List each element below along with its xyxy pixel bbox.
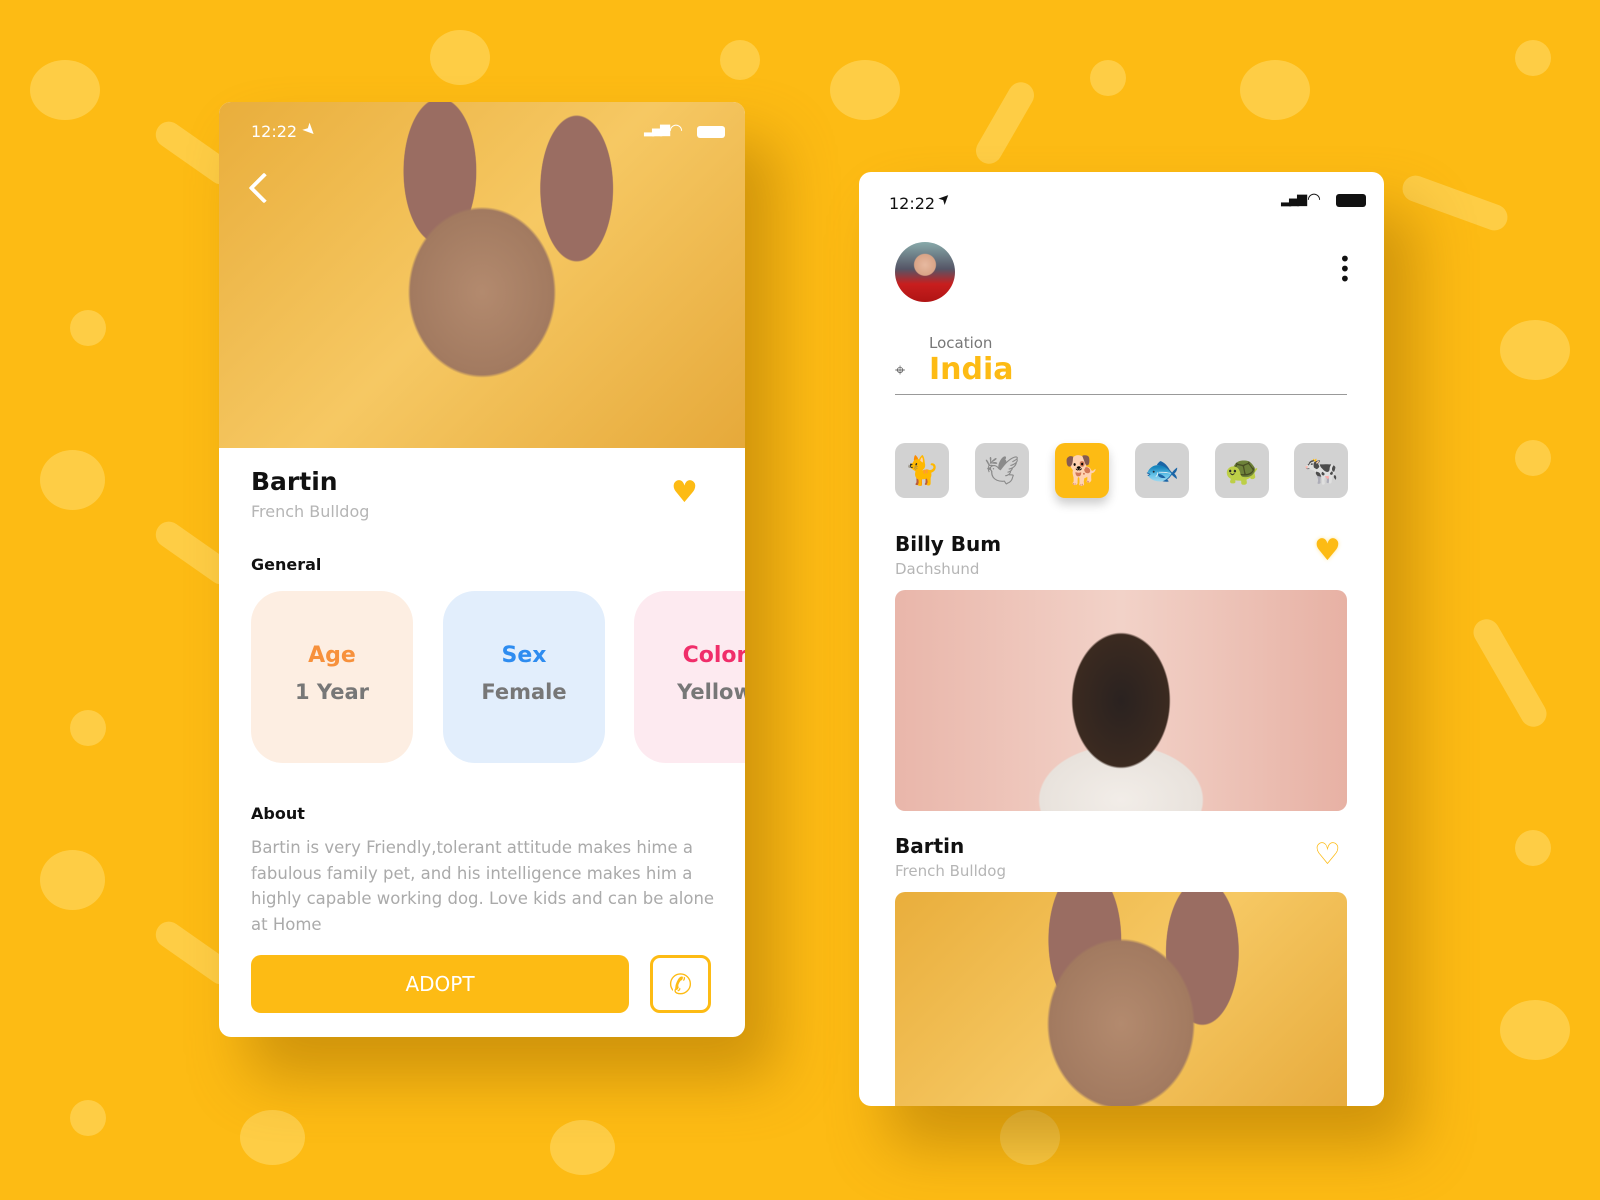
status-time: 12:22 — [251, 122, 298, 141]
category-cow[interactable]: 🐄 — [1294, 443, 1348, 498]
about-heading: About — [251, 804, 305, 823]
location-value[interactable]: India — [929, 352, 1014, 387]
category-bird[interactable]: 🕊 — [975, 443, 1029, 498]
color-value: Yellow — [677, 680, 745, 704]
pet-name: Bartin — [251, 467, 338, 496]
pet-photo[interactable] — [895, 892, 1347, 1106]
about-text: Bartin is very Friendly,tolerant attitud… — [251, 838, 715, 934]
signal-icon: ▂▄▆ — [644, 122, 670, 137]
location-arrow-icon: ➤ — [935, 189, 955, 209]
color-label: Color — [682, 643, 745, 668]
sex-card: Sex Female — [443, 591, 605, 763]
battery-icon — [1336, 194, 1366, 207]
pet-breed: French Bulldog — [251, 502, 370, 521]
age-card: Age 1 Year — [251, 591, 413, 763]
location-underline — [895, 394, 1347, 395]
battery-icon — [697, 126, 725, 138]
color-card: Color Yellow — [634, 591, 745, 763]
favorite-heart-icon[interactable]: ♥ — [1314, 536, 1341, 566]
general-heading: General — [251, 555, 322, 574]
pet-breed: French Bulldog — [895, 862, 1006, 880]
pet-name: Billy Bum — [895, 532, 1002, 556]
category-dog[interactable]: 🐕 — [1055, 443, 1109, 498]
wifi-icon: ◠ — [1307, 189, 1321, 208]
cow-icon: 🐄 — [1303, 454, 1339, 487]
pet-photo[interactable] — [895, 590, 1347, 811]
location-target-icon: ⌖ — [895, 360, 906, 381]
adopt-button[interactable]: ADOPT — [251, 955, 629, 1013]
sex-value: Female — [481, 680, 567, 704]
more-options-icon[interactable]: • • • — [1339, 249, 1351, 289]
pet-list-screen: 12:22 ➤ ▂▄▆ ◠ • • • Location ⌖ India 🐈 🕊 🐕… — [859, 172, 1384, 1106]
pet-detail-screen: 12:22 ➤ ▂▄▆ ◠ Bartin French Bulldog ♥ Ge… — [219, 102, 745, 1037]
signal-icon: ▂▄▆ — [1281, 192, 1307, 207]
user-avatar[interactable] — [895, 242, 955, 302]
cat-icon: 🐈 — [904, 454, 940, 487]
favorite-heart-outline-icon[interactable]: ♡ — [1314, 840, 1341, 870]
pet-breed: Dachshund — [895, 560, 980, 578]
age-label: Age — [308, 643, 356, 668]
bird-icon: 🕊 — [984, 454, 1020, 487]
fish-icon: 🐟 — [1144, 454, 1180, 487]
turtle-icon: 🐢 — [1224, 454, 1260, 487]
category-fish[interactable]: 🐟 — [1135, 443, 1189, 498]
location-label: Location — [929, 334, 993, 352]
favorite-heart-icon[interactable]: ♥ — [671, 478, 698, 508]
sex-label: Sex — [501, 643, 547, 668]
pet-photo — [219, 102, 745, 448]
phone-icon: ✆ — [668, 967, 693, 1001]
category-turtle[interactable]: 🐢 — [1215, 443, 1269, 498]
status-time: 12:22 — [889, 194, 936, 213]
category-cat[interactable]: 🐈 — [895, 443, 949, 498]
wifi-icon: ◠ — [669, 120, 683, 139]
age-value: 1 Year — [295, 680, 369, 704]
dog-icon: 🐕 — [1064, 454, 1100, 487]
call-button[interactable]: ✆ — [650, 955, 711, 1013]
pet-name: Bartin — [895, 834, 965, 858]
